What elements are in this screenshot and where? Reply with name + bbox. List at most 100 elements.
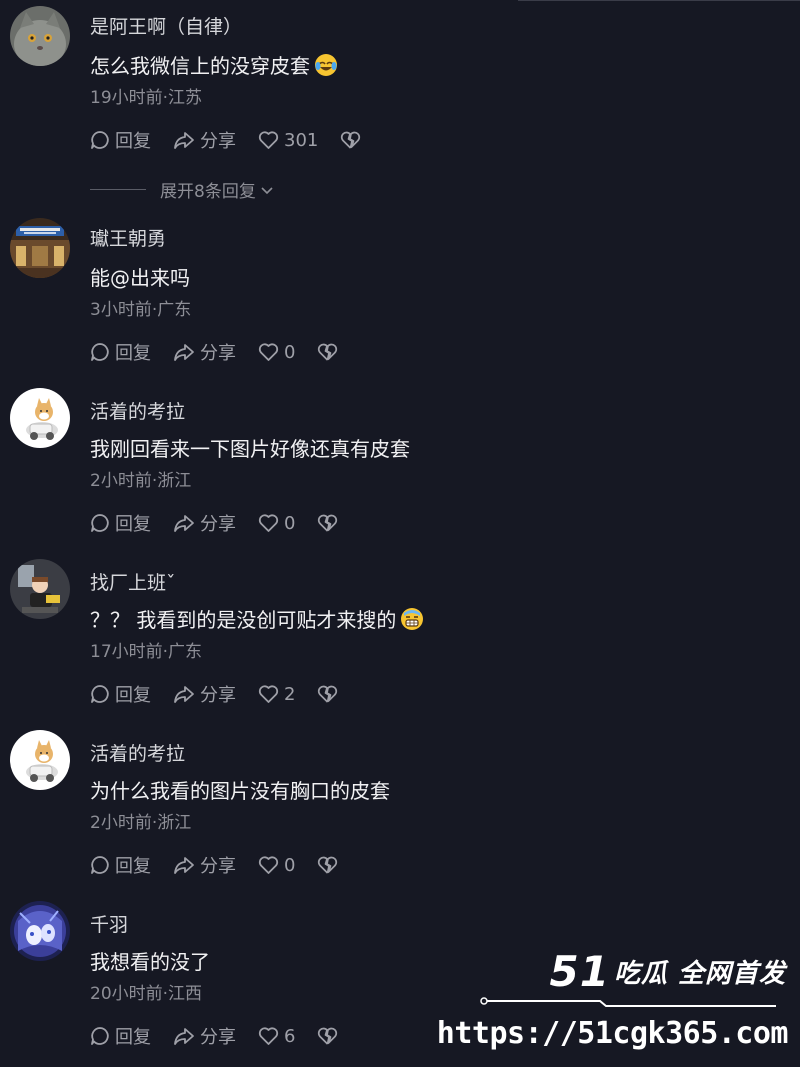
user-avatar[interactable] <box>10 901 70 961</box>
like-count: 0 <box>284 854 296 876</box>
share-arrow-icon <box>174 1028 194 1045</box>
like-count: 0 <box>284 341 296 363</box>
like-button[interactable]: 301 <box>258 130 318 151</box>
reply-bubble-icon <box>91 131 109 149</box>
cartoon-worker-avatar-icon <box>10 559 70 619</box>
dislike-button[interactable] <box>317 513 338 533</box>
comment-actions: 回复 分享 301 <box>90 127 383 153</box>
heart-icon <box>258 343 279 361</box>
like-button[interactable]: 0 <box>258 513 295 534</box>
dislike-button[interactable] <box>317 855 338 875</box>
username[interactable]: 活着的考拉 <box>90 397 185 424</box>
like-count: 0 <box>284 512 296 534</box>
shiba-dog-avatar-icon <box>10 730 70 790</box>
broken-heart-icon <box>318 685 338 703</box>
comment-actions: 回复 分享 0 <box>90 852 360 878</box>
comment-meta: 2小时前·浙江 <box>90 471 192 491</box>
dislike-button[interactable] <box>340 130 361 150</box>
anime-girl-avatar-icon <box>10 901 70 961</box>
reply-bubble-icon <box>91 856 109 874</box>
username[interactable]: 千羽 <box>90 910 128 937</box>
reply-button[interactable]: 回复 <box>90 1023 151 1049</box>
share-button[interactable]: 分享 <box>173 127 236 153</box>
reply-bubble-icon <box>91 514 109 532</box>
chevron-down-icon <box>261 186 273 194</box>
like-count: 301 <box>284 129 319 151</box>
share-button[interactable]: 分享 <box>173 1023 236 1049</box>
share-arrow-icon <box>174 686 194 703</box>
comment-actions: 回复 分享 2 <box>90 681 360 707</box>
comment-actions: 回复 分享 0 <box>90 339 360 365</box>
heart-icon <box>258 514 279 532</box>
like-button[interactable]: 0 <box>258 342 295 363</box>
share-arrow-icon <box>174 515 194 532</box>
circuit-lines-icon <box>480 997 776 1007</box>
heart-icon <box>258 131 279 149</box>
watermark-number: 51 <box>549 947 610 996</box>
username[interactable]: 是阿王啊（自律） <box>90 12 242 39</box>
reply-button[interactable]: 回复 <box>90 510 151 536</box>
site-watermark: 51 吃瓜 全网首发 https://51cgk365.com <box>437 947 792 1057</box>
share-button[interactable]: 分享 <box>173 852 236 878</box>
share-button[interactable]: 分享 <box>173 339 236 365</box>
share-arrow-icon <box>174 857 194 874</box>
comment-actions: 回复 分享 6 <box>90 1023 360 1049</box>
username[interactable]: 找厂上班ˇ <box>90 568 176 595</box>
broken-heart-icon <box>318 343 338 361</box>
broken-heart-icon <box>318 514 338 532</box>
user-avatar[interactable] <box>10 218 70 278</box>
like-count: 6 <box>284 1025 296 1047</box>
reply-button[interactable]: 回复 <box>90 339 151 365</box>
rolling-laughing-emoji-icon <box>315 54 337 76</box>
reply-button[interactable]: 回复 <box>90 852 151 878</box>
comment-actions: 回复 分享 0 <box>90 510 360 536</box>
user-avatar[interactable] <box>10 6 70 66</box>
broken-heart-icon <box>318 856 338 874</box>
comment-text: 能@出来吗 <box>90 266 190 290</box>
username[interactable]: 活着的考拉 <box>90 739 185 766</box>
comment-text: ？？ 我看到的是没创可贴才来搜的 <box>90 604 424 633</box>
share-button[interactable]: 分享 <box>173 510 236 536</box>
expand-divider <box>90 189 146 190</box>
username[interactable]: 瓛王朝勇 <box>90 224 166 251</box>
reply-button[interactable]: 回复 <box>90 681 151 707</box>
user-avatar[interactable] <box>10 730 70 790</box>
reply-bubble-icon <box>91 1027 109 1045</box>
comment-meta: 17小时前·广东 <box>90 642 203 662</box>
broken-heart-icon <box>341 131 361 149</box>
comment-meta: 19小时前·江苏 <box>90 88 203 108</box>
comment-meta: 20小时前·江西 <box>90 984 203 1004</box>
gray-cat-avatar-icon <box>10 6 70 66</box>
comment-text: 我刚回看来一下图片好像还真有皮套 <box>90 437 410 461</box>
heart-icon <box>258 856 279 874</box>
watermark-title-text: 吃瓜 全网首发 <box>613 959 786 989</box>
heart-icon <box>258 685 279 703</box>
reply-bubble-icon <box>91 685 109 703</box>
comment-text: 为什么我看的图片没有胸口的皮套 <box>90 779 390 803</box>
like-button[interactable]: 0 <box>258 855 295 876</box>
share-arrow-icon <box>174 344 194 361</box>
heart-icon <box>258 1027 279 1045</box>
dislike-button[interactable] <box>317 684 338 704</box>
storefront-avatar-icon <box>10 218 70 278</box>
expand-replies-button[interactable]: 展开8条回复 <box>90 177 275 202</box>
like-button[interactable]: 6 <box>258 1026 295 1047</box>
like-button[interactable]: 2 <box>258 684 295 705</box>
watermark-url: https://51cgk365.com <box>436 1016 789 1051</box>
like-count: 2 <box>284 683 296 705</box>
reply-button[interactable]: 回复 <box>90 127 151 153</box>
share-arrow-icon <box>174 132 194 149</box>
comment-text: 我想看的没了 <box>90 950 210 974</box>
broken-heart-icon <box>318 1027 338 1045</box>
dislike-button[interactable] <box>317 1026 338 1046</box>
dislike-button[interactable] <box>317 342 338 362</box>
user-avatar[interactable] <box>10 388 70 448</box>
share-button[interactable]: 分享 <box>173 681 236 707</box>
reply-bubble-icon <box>91 343 109 361</box>
top-divider <box>518 0 800 1</box>
watermark-title: 51 吃瓜 全网首发 <box>549 947 786 996</box>
comment-text: 怎么我微信上的没穿皮套 <box>90 50 338 79</box>
user-avatar[interactable] <box>10 559 70 619</box>
comment-meta: 3小时前·广东 <box>90 300 192 320</box>
grimacing-sweat-emoji-icon <box>401 608 424 630</box>
